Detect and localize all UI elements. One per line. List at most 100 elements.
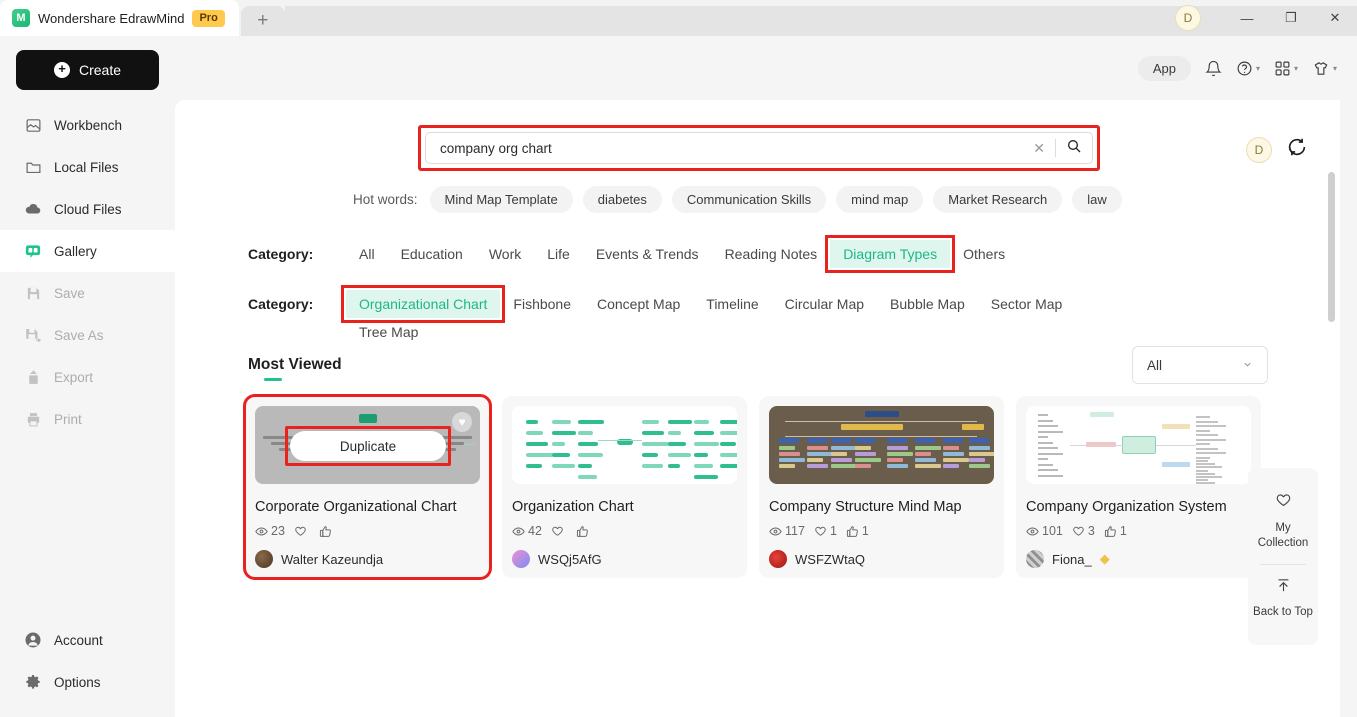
category-item-education[interactable]: Education [388,240,476,268]
category-item-fishbone[interactable]: Fishbone [500,290,584,318]
sort-filter-value: All [1147,357,1163,373]
likes-stat[interactable] [551,525,567,538]
duplicate-button[interactable]: Duplicate [290,431,446,461]
app-switch-button[interactable]: App [1137,55,1191,81]
hot-word-chip[interactable]: Mind Map Template [429,186,573,213]
template-thumbnail[interactable]: ♥ Duplicate [255,406,480,484]
template-card[interactable]: Company Organization System 101 3 1 Fiona_ ◆ [1016,396,1261,579]
back-to-top-button[interactable]: Back to Top [1248,567,1318,631]
template-thumbnail[interactable] [769,406,994,484]
apps-caret-icon: ▾ [1293,63,1298,73]
sidebar-item-label: Options [54,674,101,690]
category-item-events-trends[interactable]: Events & Trends [583,240,712,268]
views-stat: 101 [1026,524,1063,538]
my-collection-button[interactable]: My Collection [1248,482,1318,562]
vertical-scrollbar[interactable] [1328,172,1335,717]
hot-word-chip[interactable]: mind map [836,186,924,213]
template-author[interactable]: WSFZWtaQ [769,550,994,569]
likes-stat[interactable] [294,525,310,538]
template-stats: 117 1 1 [769,524,994,538]
theme-skin-icon[interactable]: ▾ [1312,60,1337,77]
thumbs-stat[interactable]: 1 [1104,524,1127,538]
eye-icon [769,527,782,536]
thumbs-count: 1 [1119,524,1127,539]
refresh-icon[interactable] [1286,136,1308,163]
template-card[interactable]: Company Structure Mind Map 117 1 1 WSFZWtaQ [759,396,1004,579]
sidebar-item-label: Cloud Files [54,201,122,217]
heart-icon [1252,492,1314,516]
hot-word-chip[interactable]: Communication Skills [671,186,827,213]
user-avatar[interactable]: D [1246,136,1272,163]
sidebar: + Create Workbench Local Files Cloud Files… [0,36,175,717]
template-thumbnail[interactable] [1026,406,1251,484]
category-item-others[interactable]: Others [950,240,1018,268]
search-bar[interactable]: ✕ [425,132,1093,164]
new-tab-button[interactable]: + [240,6,285,36]
category-item-work[interactable]: Work [476,240,534,268]
category-item-sector-map[interactable]: Sector Map [978,290,1076,318]
folder-icon [24,158,42,176]
side-rail: My Collection Back to Top [1248,468,1318,645]
author-name: Walter Kazeundja [281,551,384,567]
section-title: Most Viewed [248,356,342,381]
avatar [255,550,273,569]
thumbs-stat[interactable] [576,525,592,538]
maximize-button[interactable]: ❐ [1269,0,1313,36]
sidebar-item-options[interactable]: Options [0,661,175,703]
template-card[interactable]: ♥ Duplicate Corporate Organizational Chart… [243,393,492,581]
search-icon[interactable] [1066,138,1082,158]
sort-filter-dropdown[interactable]: All [1132,346,1268,384]
template-author[interactable]: Walter Kazeundja [255,550,480,569]
sidebar-item-local-files[interactable]: Local Files [0,146,175,188]
likes-stat[interactable]: 3 [1072,524,1095,538]
thumbs-up-icon [1104,526,1116,537]
scrollbar-thumb[interactable] [1328,172,1335,322]
likes-stat[interactable]: 1 [814,524,837,538]
favorite-heart-icon[interactable]: ♥ [452,412,472,432]
hot-words-row: Hot words: Mind Map Template diabetes Comm… [353,186,1122,213]
notification-bell-icon[interactable] [1205,60,1222,77]
category-item-timeline[interactable]: Timeline [693,290,771,318]
sidebar-item-account[interactable]: Account [0,619,175,661]
section-header: Most Viewed All [248,346,1268,384]
minimize-button[interactable]: — [1225,0,1269,36]
template-author[interactable]: WSQj5AfG [512,550,737,569]
category-item-organizational-chart[interactable]: Organizational Chart [340,285,506,323]
apps-grid-icon[interactable]: ▾ [1274,60,1298,77]
template-thumbnail[interactable] [512,406,737,484]
create-button[interactable]: + Create [16,50,159,90]
category-item-life[interactable]: Life [534,240,583,268]
category-item-concept-map[interactable]: Concept Map [584,290,693,318]
clear-search-icon[interactable]: ✕ [1033,140,1045,157]
category-row-secondary: Category: Organizational Chart Fishbone Co… [248,285,1136,346]
close-button[interactable]: ✕ [1313,0,1357,36]
sidebar-item-workbench[interactable]: Workbench [0,104,175,146]
hot-word-chip[interactable]: Market Research [933,186,1063,213]
category-primary-label: Category: [248,246,314,262]
search-input[interactable] [440,140,1024,156]
window-controls: D — ❐ ✕ [1175,0,1357,36]
heart-outline-icon [295,526,306,536]
thumbs-stat[interactable] [319,525,335,538]
category-item-diagram-types[interactable]: Diagram Types [825,235,956,273]
help-icon[interactable]: ▾ [1236,60,1260,77]
category-item-bubble-map[interactable]: Bubble Map [877,290,978,318]
titlebar-avatar[interactable]: D [1175,5,1201,31]
template-author[interactable]: Fiona_ ◆ [1026,550,1251,569]
sidebar-item-label: Save As [54,327,104,343]
template-card[interactable]: Organization Chart 42 WSQj5AfG [502,396,747,579]
sidebar-item-cloud-files[interactable]: Cloud Files [0,188,175,230]
thumbs-stat[interactable]: 1 [846,524,869,538]
category-item-tree-map[interactable]: Tree Map [346,318,431,346]
app-tab[interactable]: M Wondershare EdrawMind Pro [0,0,239,36]
category-row-primary: Category: All Education Work Life Events & T… [248,235,1018,273]
hot-word-chip[interactable]: diabetes [582,186,662,213]
category-item-reading-notes[interactable]: Reading Notes [712,240,831,268]
edrawmind-logo-icon: M [12,9,30,27]
sidebar-item-gallery[interactable]: Gallery [0,230,175,272]
category-item-circular-map[interactable]: Circular Map [772,290,877,318]
pro-badge: Pro [192,9,225,27]
hot-word-chip[interactable]: law [1072,186,1122,213]
export-icon [24,368,42,386]
category-item-all[interactable]: All [346,240,388,268]
